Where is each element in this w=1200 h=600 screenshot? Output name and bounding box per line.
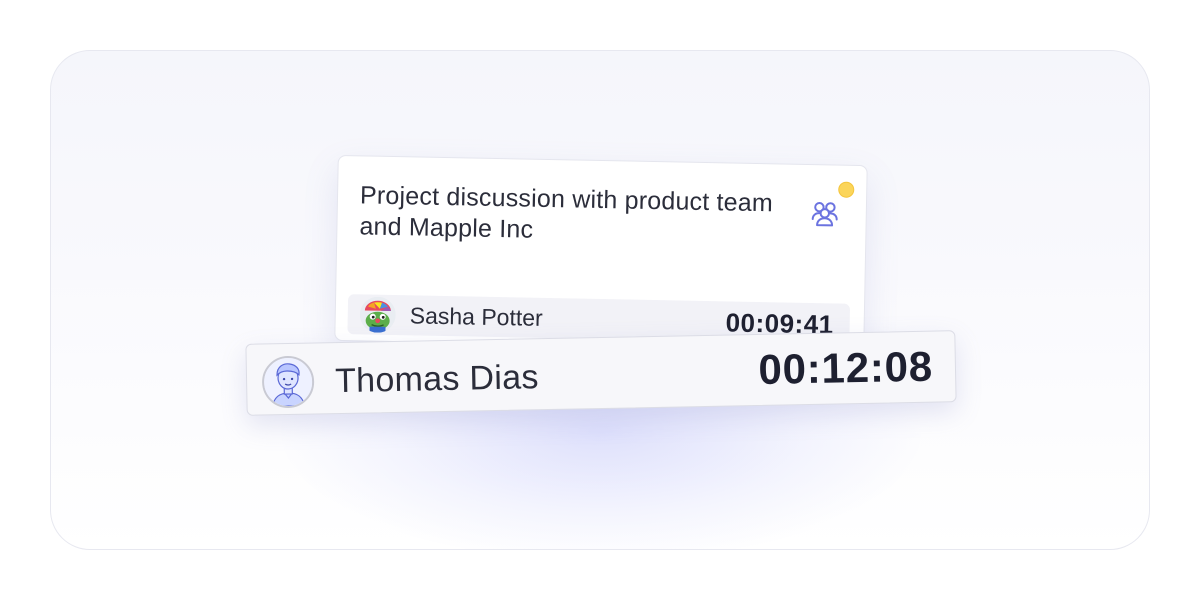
- active-participant-bar[interactable]: Thomas Dias 00:12:08: [245, 330, 957, 416]
- meeting-title: Project discussion with product team and…: [359, 181, 774, 244]
- active-participant-name: Thomas Dias: [334, 358, 540, 401]
- avatar: [261, 355, 315, 409]
- frog-avatar-icon: [359, 296, 396, 333]
- people-group-icon[interactable]: [810, 199, 841, 228]
- cartoon-man-avatar-icon: [263, 357, 313, 407]
- status-dot: [838, 181, 855, 198]
- avatar: [359, 296, 396, 333]
- participant-name: Sasha Potter: [409, 302, 543, 331]
- meeting-card[interactable]: Project discussion with product team and…: [334, 154, 868, 352]
- active-participant-timer: 00:12:08: [757, 342, 934, 393]
